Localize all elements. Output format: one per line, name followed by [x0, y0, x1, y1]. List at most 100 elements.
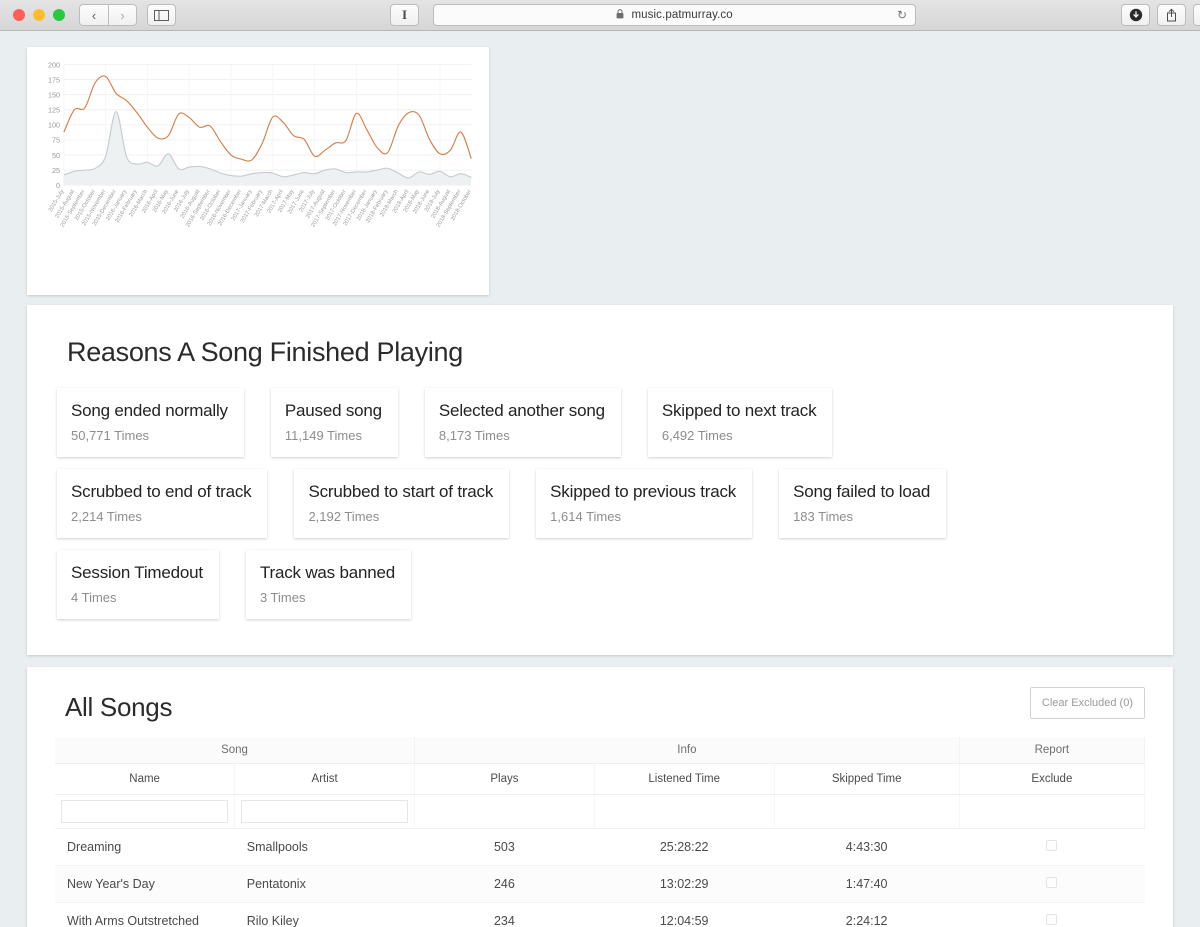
- reader-view-button[interactable]: I: [390, 4, 419, 26]
- table-column-header-row: Name Artist Plays Listened Time Skipped …: [55, 763, 1146, 795]
- reason-card[interactable]: Skipped to next track 6,492 Times: [647, 388, 833, 457]
- reason-card[interactable]: Scrubbed to start of track 2,192 Times: [294, 469, 510, 538]
- cell-listened-time: 25:28:22: [594, 828, 775, 866]
- sidebar-toggle-button[interactable]: [147, 4, 176, 26]
- reason-card[interactable]: Selected another song 8,173 Times: [424, 388, 621, 457]
- cell-plays: 234: [414, 902, 595, 927]
- tab-overview-button[interactable]: [1193, 4, 1200, 26]
- sidebar-toggle-icon: [154, 9, 169, 21]
- exclude-checkbox[interactable]: [1046, 877, 1058, 888]
- column-header-exclude[interactable]: Exclude: [959, 763, 1146, 795]
- download-icon: [1129, 8, 1142, 22]
- reason-row: Session Timedout 4 Times Track was banned 3…: [57, 550, 1143, 619]
- clear-excluded-button[interactable]: Clear Excluded (0): [1029, 687, 1145, 719]
- reason-card[interactable]: Track was banned 3 Times: [245, 550, 412, 619]
- reason-card[interactable]: Song ended normally 50,771 Times: [57, 388, 244, 457]
- reason-label: Selected another song: [438, 401, 605, 420]
- maximize-window-button[interactable]: [53, 9, 65, 21]
- reason-count: 4 Times: [71, 590, 117, 605]
- cell-song-name: New Year's Day: [55, 865, 235, 903]
- filter-cell-exclude: [959, 794, 1146, 829]
- column-header-listened-time[interactable]: Listened Time: [594, 763, 775, 795]
- browser-toolbar: ‹ › I music.patmurray.co ↻: [0, 0, 1200, 31]
- reasons-grid: Song ended normally 50,771 Times Paused so…: [57, 388, 1143, 619]
- name-filter-input[interactable]: [61, 800, 229, 823]
- address-bar[interactable]: music.patmurray.co ↻: [433, 4, 916, 26]
- reason-card[interactable]: Skipped to previous track 1,614 Times: [536, 469, 753, 538]
- chevron-right-icon: ›: [120, 7, 125, 23]
- all-songs-table: Song Info Report Name Artist Plays Liste…: [55, 737, 1146, 927]
- minimize-window-button[interactable]: [33, 9, 45, 21]
- reason-card[interactable]: Scrubbed to end of track 2,214 Times: [57, 469, 268, 538]
- exclude-checkbox[interactable]: [1046, 914, 1058, 925]
- filter-cell-artist: [234, 794, 416, 829]
- reason-label: Paused song: [284, 401, 382, 420]
- cell-skipped-time: 1:47:40: [774, 865, 960, 903]
- reason-label: Skipped to previous track: [550, 482, 737, 501]
- filter-cell-name: [55, 794, 236, 829]
- reasons-card: Reasons A Song Finished Playing Song end…: [27, 305, 1173, 655]
- exclude-checkbox[interactable]: [1046, 840, 1058, 851]
- reason-count: 2,214 Times: [71, 509, 142, 524]
- y-tick-label: 175: [48, 76, 60, 84]
- column-header-name[interactable]: Name: [55, 763, 236, 795]
- reason-label: Scrubbed to end of track: [71, 482, 252, 501]
- close-window-button[interactable]: [13, 9, 25, 21]
- cell-plays: 503: [414, 828, 595, 866]
- table-row[interactable]: New Year's Day Pentatonix 246 13:02:29 1:47:…: [55, 865, 1145, 903]
- table-body: Dreaming Smallpools 503 25:28:22 4:43:30 New …: [55, 828, 1145, 927]
- table-row[interactable]: Dreaming Smallpools 503 25:28:22 4:43:30: [55, 828, 1145, 866]
- reason-label: Scrubbed to start of track: [308, 482, 494, 501]
- artist-filter-input[interactable]: [241, 800, 409, 823]
- reason-count: 6,492 Times: [661, 428, 733, 443]
- group-header-song[interactable]: Song: [55, 737, 416, 764]
- share-icon: [1167, 8, 1176, 22]
- reason-count: 8,173 Times: [438, 428, 510, 443]
- page-content: 0 25 50 75 100 125 150 175 200 2015-July 2015-Aug…: [0, 31, 1200, 927]
- reason-card[interactable]: Session Timedout 4 Times: [57, 550, 219, 619]
- cell-artist: Pentatonix: [234, 865, 415, 903]
- column-header-artist[interactable]: Artist: [234, 763, 416, 795]
- share-button[interactable]: [1157, 4, 1186, 26]
- cell-listened-time: 12:04:59: [594, 902, 775, 927]
- table-row[interactable]: With Arms Outstretched Rilo Kiley 234 12:04…: [55, 902, 1145, 927]
- filter-cell-plays: [414, 794, 595, 829]
- navigation-buttons: ‹ ›: [79, 4, 137, 26]
- reason-card[interactable]: Paused song 11,149 Times: [270, 388, 398, 457]
- group-header-info[interactable]: Info: [414, 737, 960, 764]
- downloads-button[interactable]: [1121, 4, 1150, 26]
- y-tick-label: 200: [48, 61, 60, 69]
- column-header-plays[interactable]: Plays: [414, 763, 595, 795]
- address-bar-text: music.patmurray.co: [616, 9, 733, 21]
- y-tick-label: 75: [52, 137, 60, 145]
- group-header-report[interactable]: Report: [959, 737, 1146, 764]
- cell-artist: Smallpools: [234, 828, 415, 866]
- y-tick-label: 150: [48, 92, 60, 100]
- y-tick-label: 25: [52, 167, 60, 175]
- reload-icon[interactable]: ↻: [897, 8, 907, 22]
- cell-exclude: [959, 902, 1145, 927]
- cell-song-name: Dreaming: [55, 828, 235, 866]
- cell-skipped-time: 2:24:12: [774, 902, 960, 927]
- url-host: music.patmurray.co: [631, 9, 733, 21]
- cell-skipped-time: 4:43:30: [774, 828, 960, 866]
- column-header-skipped-time[interactable]: Skipped Time: [774, 763, 960, 795]
- reason-count: 50,771 Times: [71, 428, 150, 443]
- reason-label: Skipped to next track: [661, 401, 817, 420]
- lock-icon: [616, 9, 624, 19]
- reason-count: 183 Times: [793, 509, 854, 524]
- all-songs-card: All Songs Clear Excluded (0) Song Info R…: [27, 667, 1173, 927]
- all-songs-header: All Songs Clear Excluded (0): [55, 687, 1145, 723]
- cell-listened-time: 13:02:29: [594, 865, 775, 903]
- all-songs-title: All Songs: [65, 692, 173, 722]
- chevron-left-icon: ‹: [91, 7, 97, 23]
- cell-exclude: [959, 828, 1145, 866]
- reason-count: 2,192 Times: [308, 509, 380, 524]
- cell-exclude: [959, 865, 1145, 903]
- reason-card[interactable]: Song failed to load 183 Times: [779, 469, 947, 538]
- reason-row: Song ended normally 50,771 Times Paused so…: [57, 388, 1143, 457]
- y-tick-label: 50: [52, 152, 60, 160]
- back-button[interactable]: ‹: [79, 4, 108, 26]
- forward-button[interactable]: ›: [108, 4, 137, 26]
- reason-count: 1,614 Times: [550, 509, 621, 524]
